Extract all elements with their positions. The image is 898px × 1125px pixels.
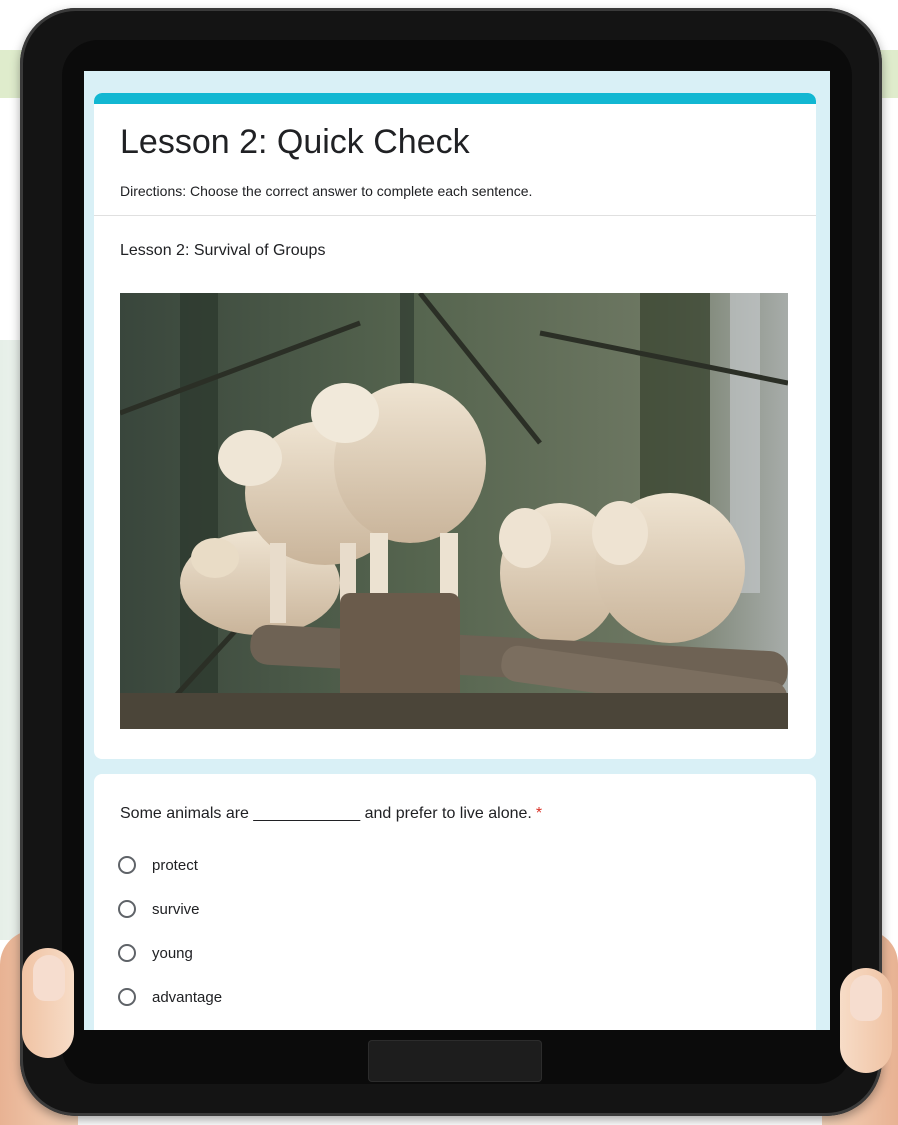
tablet-device: Lesson 2: Quick Check Directions: Choose… xyxy=(20,8,882,1116)
radio-button[interactable] xyxy=(118,856,136,874)
required-marker: * xyxy=(535,805,543,822)
question-label: Some animals are ____________ and prefer… xyxy=(120,805,532,822)
option-young[interactable]: young xyxy=(118,940,193,966)
option-label: protect xyxy=(152,856,198,874)
radio-button[interactable] xyxy=(118,900,136,918)
tablet-screen: Lesson 2: Quick Check Directions: Choose… xyxy=(84,71,830,1030)
option-label: survive xyxy=(152,900,200,918)
form-description: Directions: Choose the correct answer to… xyxy=(120,183,533,199)
option-advantage[interactable]: advantage xyxy=(118,984,222,1010)
option-label: young xyxy=(152,944,193,962)
wolves-photo xyxy=(120,293,788,729)
divider xyxy=(94,215,816,216)
option-label: advantage xyxy=(152,988,223,1006)
option-survive[interactable]: survive xyxy=(118,896,200,922)
question-card: Some animals are ____________ and prefer… xyxy=(94,774,816,1030)
right-thumbnail xyxy=(850,975,882,1021)
question-text: Some animals are ____________ and prefer… xyxy=(120,805,542,823)
form-header-card: Lesson 2: Quick Check Directions: Choose… xyxy=(94,93,816,759)
left-thumbnail xyxy=(33,955,65,1001)
option-adult[interactable]: adult xyxy=(118,1026,185,1030)
radio-button[interactable] xyxy=(118,988,136,1006)
option-protect[interactable]: protect xyxy=(118,852,198,878)
form-title: Lesson 2: Quick Check xyxy=(120,123,470,161)
home-button[interactable] xyxy=(368,1040,542,1082)
radio-button[interactable] xyxy=(118,944,136,962)
form-accent-bar xyxy=(94,93,816,104)
section-title: Lesson 2: Survival of Groups xyxy=(120,242,326,259)
